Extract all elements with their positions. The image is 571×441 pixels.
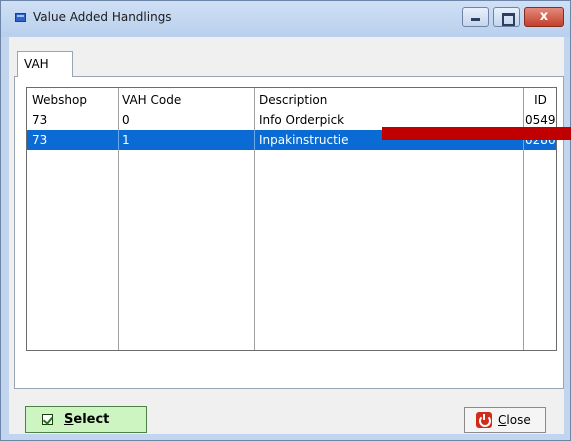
minimize-button[interactable]: [462, 7, 489, 27]
window-title: Value Added Handlings: [33, 10, 172, 24]
cell-vah-code: 1: [122, 133, 130, 147]
cell-vah-code: 0: [122, 113, 130, 127]
app-window-icon: [15, 13, 26, 22]
select-button[interactable]: Select: [25, 406, 147, 433]
close-icon: x: [539, 9, 549, 24]
client-area: VAH Webshop VAH Code Description ID 73 0…: [9, 37, 564, 434]
column-divider: [254, 130, 255, 150]
column-header-webshop[interactable]: Webshop: [29, 90, 117, 110]
close-window-button[interactable]: x: [524, 7, 564, 27]
redaction-bar: [382, 127, 571, 140]
cell-webshop: 73: [32, 113, 48, 127]
close-button-label: Close: [498, 413, 531, 427]
checkbox-icon: [42, 414, 53, 425]
value-added-handlings-window: Value Added Handlings x VAH Webshop VAH …: [0, 0, 571, 441]
column-header-vah-code[interactable]: VAH Code: [119, 90, 253, 110]
tab-panel-vah: Webshop VAH Code Description ID 73 0 Inf…: [14, 76, 564, 389]
close-button[interactable]: Close: [464, 407, 546, 433]
title-bar[interactable]: Value Added Handlings x: [1, 1, 570, 37]
column-header-description[interactable]: Description: [256, 90, 522, 110]
cell-webshop: 73: [32, 133, 48, 147]
tab-vah[interactable]: VAH: [17, 51, 73, 77]
power-icon: [476, 412, 492, 428]
column-header-id[interactable]: ID: [524, 90, 557, 110]
maximize-button[interactable]: [493, 7, 520, 27]
select-button-label: Select: [64, 412, 110, 427]
